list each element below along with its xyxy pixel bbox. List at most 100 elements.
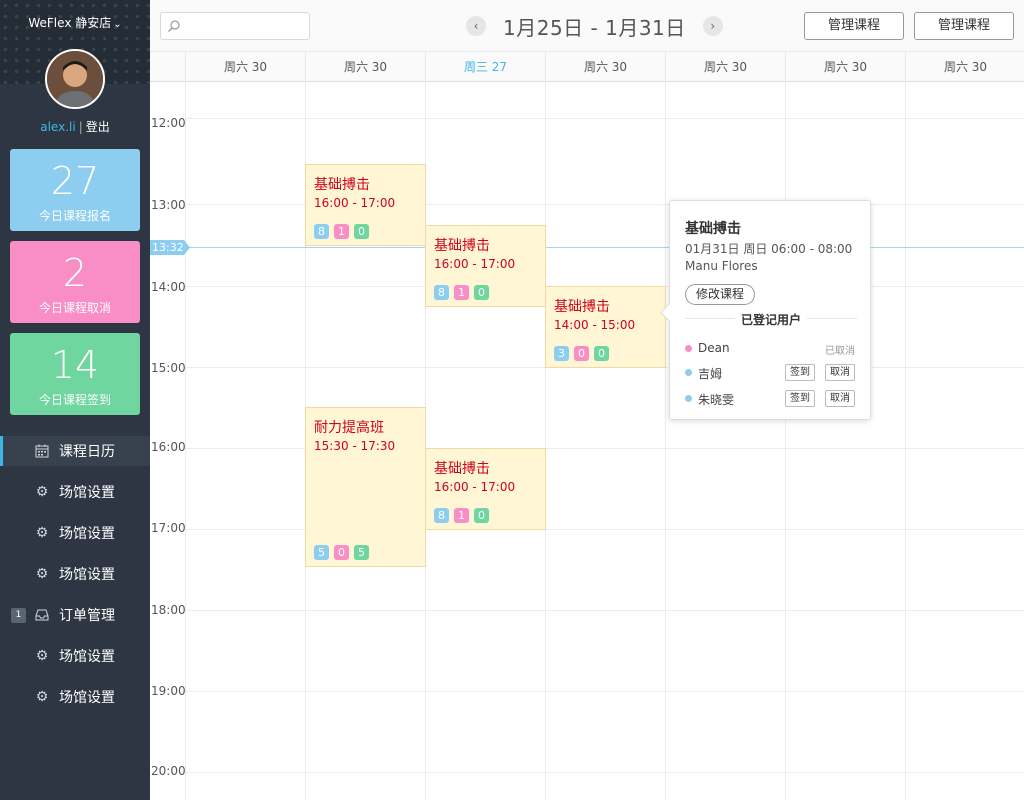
sidebar-item-venue-settings[interactable]: ⚙ 场馆设置	[0, 518, 150, 548]
event-title: 基础搏击	[434, 238, 490, 254]
time-label: 13:00	[151, 198, 186, 212]
gear-icon: ⚙	[35, 525, 49, 541]
sidebar: WeFlex 静安店 ⌄ alex.li | 登出 27 今日课程报名 2 今日课程取…	[0, 0, 150, 800]
sidebar-item-venue-settings[interactable]: ⚙ 场馆设置	[0, 682, 150, 712]
day-header[interactable]: 周六 30	[185, 52, 305, 82]
day-header-today[interactable]: 周三 27	[425, 52, 545, 82]
chevron-down-icon: ⌄	[113, 19, 122, 30]
checkin-button[interactable]: 签到	[785, 364, 815, 381]
checkin-count-badge: 0	[594, 346, 609, 361]
store-switcher[interactable]: WeFlex 静安店 ⌄	[0, 14, 150, 31]
checkin-button[interactable]: 签到	[785, 390, 815, 407]
checkin-count-badge: 0	[474, 508, 489, 523]
sidebar-item-label: 场馆设置	[59, 567, 115, 583]
cancel-booking-button[interactable]: 取消	[825, 364, 855, 381]
prev-week-button[interactable]: ‹	[466, 16, 486, 36]
enrolled-count-badge: 8	[314, 224, 329, 239]
status-dot	[685, 395, 692, 402]
registered-users-heading: 已登记用户	[670, 311, 872, 328]
stat-card-cancelled[interactable]: 2 今日课程取消	[10, 241, 140, 323]
sidebar-item-calendar[interactable]: 课程日历	[0, 436, 150, 466]
sidebar-item-venue-settings[interactable]: ⚙ 场馆设置	[0, 477, 150, 507]
grid-column-line	[785, 82, 786, 800]
sidebar-item-label: 场馆设置	[59, 649, 115, 665]
cancelled-count-badge: 0	[574, 346, 589, 361]
sidebar-item-venue-settings[interactable]: ⚙ 场馆设置	[0, 641, 150, 671]
sidebar-item-label: 课程日历	[59, 444, 115, 460]
time-label: 20:00	[151, 764, 186, 778]
enrolled-count-badge: 8	[434, 285, 449, 300]
class-event[interactable]: 基础搏击 16:00 - 17:00 8 1 0	[425, 448, 546, 530]
manage-courses-button[interactable]: 管理课程	[804, 12, 904, 40]
stat-card-checkin[interactable]: 14 今日课程签到	[10, 333, 140, 415]
registered-user-row: 吉姆 签到 取消	[685, 364, 857, 382]
day-header-row: 周六 30 周六 30 周三 27 周六 30 周六 30 周六 30 周六 3…	[150, 52, 1024, 82]
grid-row-line	[185, 691, 1024, 692]
day-header[interactable]: 周六 30	[305, 52, 425, 82]
next-week-button[interactable]: ›	[702, 16, 723, 36]
event-title: 基础搏击	[434, 461, 490, 477]
event-detail-popover: 基础搏击 01月31日 周日 06:00 - 08:00 Manu Flores…	[669, 200, 871, 420]
username-link[interactable]: alex.li	[40, 120, 75, 134]
cancelled-count-badge: 1	[454, 285, 469, 300]
time-label: 14:00	[151, 280, 186, 294]
stat-card-enrolled[interactable]: 27 今日课程报名	[10, 149, 140, 231]
current-time-marker: 13:32	[150, 240, 190, 255]
popover-coach: Manu Flores	[685, 259, 758, 273]
calendar-icon	[35, 444, 49, 458]
search-input[interactable]	[185, 16, 303, 36]
cancelled-count-badge: 0	[334, 545, 349, 560]
user-name: Dean	[698, 341, 730, 355]
status-dot	[685, 369, 692, 376]
event-time: 16:00 - 17:00	[434, 257, 516, 271]
search-box[interactable]	[160, 12, 310, 40]
gear-icon: ⚙	[35, 689, 49, 705]
gear-icon: ⚙	[35, 566, 49, 582]
class-event[interactable]: 基础搏击 16:00 - 17:00 8 1 0	[425, 225, 546, 307]
stat-label: 今日课程签到	[38, 393, 111, 407]
class-event[interactable]: 耐力提高班 15:30 - 17:30 5 0 5	[305, 407, 426, 567]
time-label: 18:00	[151, 603, 186, 617]
class-event[interactable]: 基础搏击 16:00 - 17:00 8 1 0	[305, 164, 426, 246]
event-counts: 3 0 0	[554, 346, 614, 361]
sidebar-item-label: 场馆设置	[59, 690, 115, 706]
day-header[interactable]: 周六 30	[785, 52, 905, 82]
edit-course-button[interactable]: 修改课程	[685, 284, 756, 305]
stat-value: 27	[50, 159, 100, 203]
event-counts: 8 1 0	[434, 285, 494, 300]
popover-title: 基础搏击	[685, 221, 741, 237]
event-counts: 8 1 0	[434, 508, 494, 523]
event-title: 基础搏击	[314, 177, 370, 193]
user-name: 吉姆	[698, 367, 723, 381]
manage-courses-button[interactable]: 管理课程	[914, 12, 1014, 40]
day-header[interactable]: 周六 30	[905, 52, 1024, 82]
gear-icon: ⚙	[35, 648, 49, 664]
day-header[interactable]: 周六 30	[545, 52, 665, 82]
time-label: 17:00	[151, 521, 186, 535]
logout-link[interactable]: 登出	[86, 120, 110, 134]
avatar[interactable]	[45, 49, 105, 109]
grid-column-line	[665, 82, 666, 800]
cancelled-count-badge: 1	[334, 224, 349, 239]
sidebar-item-label: 场馆设置	[59, 526, 115, 542]
stat-value: 2	[62, 251, 88, 295]
event-time: 14:00 - 15:00	[554, 318, 636, 332]
cancel-booking-button[interactable]: 取消	[825, 390, 855, 407]
registered-user-row: Dean 已取消	[685, 340, 857, 358]
sidebar-item-venue-settings[interactable]: ⚙ 场馆设置	[0, 559, 150, 589]
day-header[interactable]: 周六 30	[665, 52, 785, 82]
top-header: ‹ 1月25日 - 1月31日 › 管理课程 管理课程	[150, 0, 1024, 52]
grid-row-line	[185, 772, 1024, 773]
checkin-count-badge: 5	[354, 545, 369, 560]
event-time: 16:00 - 17:00	[434, 480, 516, 494]
registered-user-row: 朱晓雯 签到 取消	[685, 390, 857, 408]
calendar-grid[interactable]: 12:00 13:00 14:00 15:00 16:00 17:00 18:0…	[150, 82, 1024, 800]
store-name: WeFlex 静安店	[28, 16, 112, 30]
sidebar-item-label: 场馆设置	[59, 485, 115, 501]
class-event[interactable]: 基础搏击 14:00 - 15:00 3 0 0	[545, 286, 666, 368]
search-icon	[168, 20, 180, 32]
section-label: 已登记用户	[734, 313, 807, 327]
status-dot	[685, 345, 692, 352]
time-label: 15:00	[151, 361, 186, 375]
sidebar-item-orders[interactable]: 1 订单管理	[0, 600, 150, 630]
